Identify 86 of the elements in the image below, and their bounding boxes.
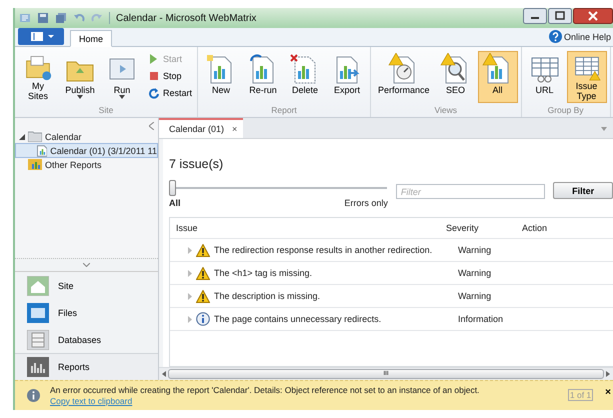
save-all-icon[interactable] [55, 12, 67, 24]
stop-icon [148, 70, 160, 82]
slider-thumb[interactable] [169, 180, 176, 196]
slider-label: Errors only [344, 198, 388, 208]
undo-icon[interactable] [73, 12, 85, 24]
info-icon [27, 389, 40, 402]
table-cell: The redirection response results in another redirection. [214, 245, 432, 255]
warning-icon [196, 244, 210, 256]
group-label: Report [270, 105, 298, 117]
close-icon[interactable] [573, 8, 613, 24]
group-label: Views [434, 105, 458, 117]
table-cell: The <h1> tag is missing. [214, 268, 312, 278]
tree-item[interactable]: Other Reports [45, 160, 102, 170]
expand-arrow-icon[interactable] [188, 246, 192, 254]
scroll-right-icon[interactable] [606, 371, 610, 377]
filter-field[interactable]: Filter [396, 184, 546, 199]
error-message: An error occurred while creating the report 'Calendar'. Details: Object reference not set to an instance of an object. [50, 384, 480, 396]
nav-item[interactable]: Reports [15, 353, 158, 380]
nav-item[interactable]: Databases [15, 326, 158, 353]
ribbon-button[interactable]: Stop [146, 68, 194, 83]
group-label: Site [98, 105, 114, 117]
ribbon-button[interactable]: Run [102, 51, 142, 103]
info-icon [196, 312, 210, 326]
ribbon-button[interactable]: My Sites [18, 51, 58, 103]
copy-link[interactable]: Copy text to clipboard [50, 396, 132, 406]
expand-arrow-icon[interactable] [188, 270, 192, 276]
document-tab[interactable]: Calendar (01) × [159, 118, 244, 138]
column-header[interactable]: Severity [446, 223, 522, 233]
dropdown-arrow-icon[interactable] [601, 127, 607, 131]
tree-item[interactable]: Calendar [45, 132, 82, 142]
nav-item[interactable]: Files [15, 299, 158, 326]
collapse-icon[interactable] [149, 122, 154, 130]
refresh-icon [148, 86, 160, 98]
ribbon-button[interactable]: SEO [436, 51, 476, 103]
scroll-left-icon[interactable] [162, 371, 166, 377]
table-cell-text: Information [458, 314, 504, 324]
app-menu-icon[interactable] [18, 28, 64, 45]
group-label: Group By [546, 105, 584, 117]
minimize-icon[interactable] [523, 8, 547, 24]
table-cell: The page contains unnecessary redirects. [214, 314, 382, 324]
help-icon[interactable] [548, 30, 562, 43]
ribbon-tab[interactable]: Home [70, 30, 112, 47]
reports-folder-icon [28, 159, 42, 170]
slider-label: All [169, 198, 181, 208]
bar-chart-icon [27, 357, 49, 377]
dropdown-arrow-icon [77, 95, 83, 99]
ribbon-button[interactable]: Re-run [243, 51, 284, 103]
expand-arrow-icon[interactable] [188, 292, 192, 300]
ribbon-button[interactable]: Delete [285, 51, 326, 103]
ribbon-button[interactable]: Restart [146, 85, 194, 100]
table-cell-text: Warning [458, 291, 492, 301]
warning-icon [196, 290, 210, 302]
app-icon[interactable] [19, 12, 31, 24]
help-link[interactable]: Online Help [564, 32, 611, 42]
database-icon [27, 330, 49, 350]
nav-item[interactable]: Site [15, 272, 158, 299]
dropdown-arrow-icon [119, 95, 125, 99]
window-title: Calendar - Microsoft WebMatrix [116, 12, 256, 24]
filter-button[interactable]: Filter [553, 182, 613, 199]
save-icon[interactable] [37, 12, 49, 24]
ribbon-button[interactable]: New [201, 51, 242, 103]
expanded-icon[interactable] [19, 134, 25, 140]
close-button[interactable]: × [603, 387, 613, 398]
ribbon-button[interactable]: All [478, 51, 518, 103]
ribbon-button[interactable]: URL [524, 51, 565, 103]
table-cell-text: Warning [458, 245, 492, 255]
chevron-down-icon[interactable] [83, 263, 90, 267]
folder-icon [27, 302, 49, 322]
ribbon-button[interactable]: Performance [374, 51, 434, 103]
table-cell: The description is missing. [214, 291, 320, 301]
expand-arrow-icon[interactable] [188, 316, 192, 322]
ribbon-button[interactable]: Issue Type [566, 51, 607, 103]
ribbon-button[interactable]: Export [327, 51, 368, 103]
severity-slider[interactable] [169, 179, 387, 197]
house-icon [27, 276, 49, 296]
table-cell-text: Warning [458, 268, 492, 278]
issue-count: 7 issue(s) [169, 157, 224, 173]
warning-icon [196, 266, 210, 280]
pager-label: 1 of 1 [568, 389, 594, 401]
column-header[interactable]: Issue [170, 223, 446, 233]
ribbon-button[interactable]: Publish [60, 51, 100, 103]
tree-item[interactable]: Calendar (01) (3/1/2011 11 [15, 143, 158, 158]
maximize-icon[interactable] [548, 8, 572, 24]
column-header[interactable]: Action [522, 223, 582, 233]
report-icon [36, 144, 48, 156]
close-tab-button[interactable]: × [232, 124, 238, 134]
